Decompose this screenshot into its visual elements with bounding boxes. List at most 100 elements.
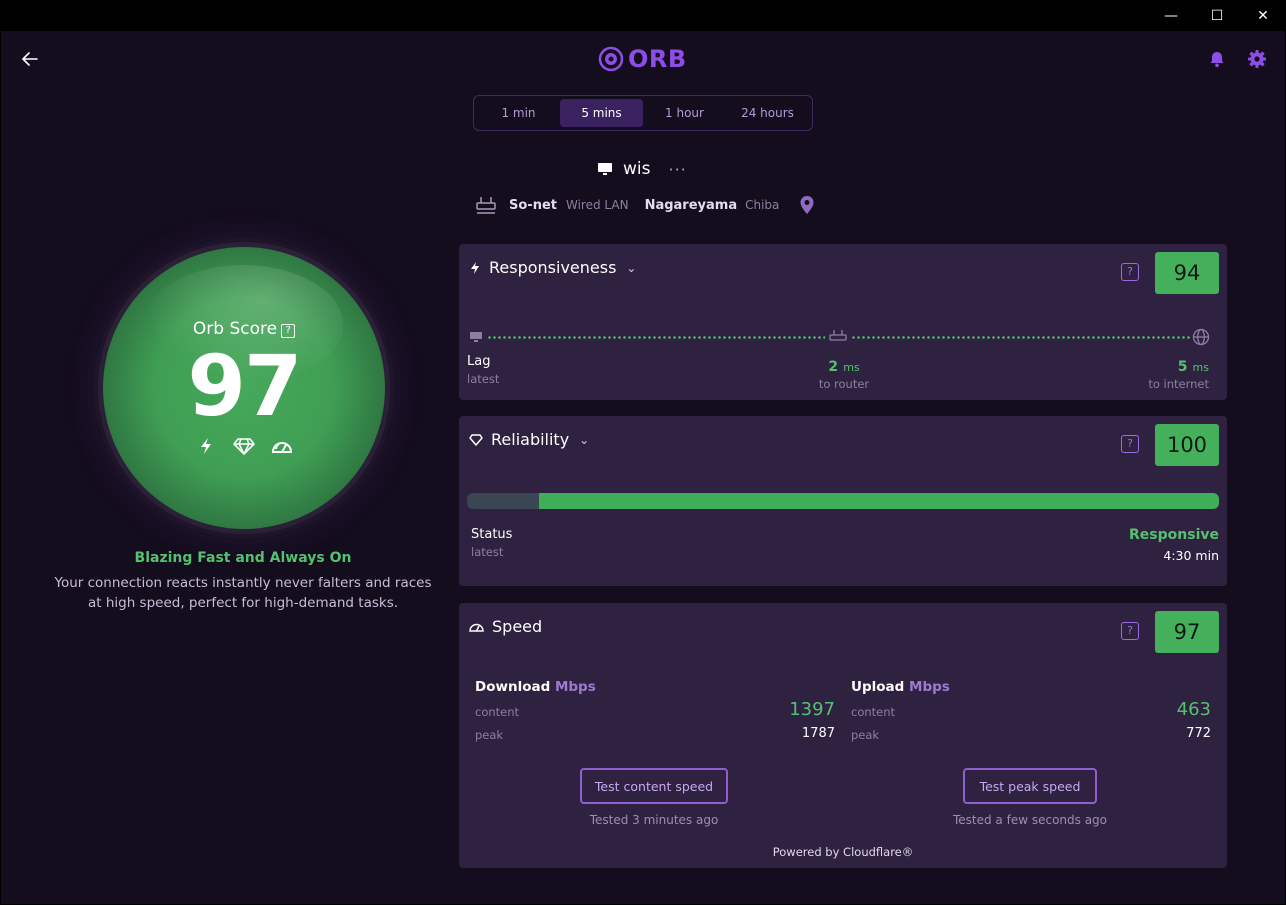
router-to-internet-line	[851, 336, 1191, 339]
responsiveness-card: Responsiveness ⌄ ? 94 Lag latest 2 ms to…	[459, 244, 1227, 400]
lag-to-router-line	[487, 336, 825, 339]
upload-peak-label: peak	[851, 728, 880, 742]
minimize-button[interactable]: —	[1148, 0, 1194, 31]
bell-icon	[1210, 52, 1224, 68]
status-time: 4:30 min	[1163, 548, 1219, 563]
reliability-score: 100	[1155, 424, 1219, 466]
tab-1-min[interactable]: 1 min	[477, 99, 560, 127]
orb-logo: ORB	[598, 44, 690, 74]
internet-latency-value: 5	[1177, 359, 1188, 375]
internet-latency: 5 ms	[1178, 356, 1209, 375]
chevron-down-icon: ⌄	[579, 432, 590, 447]
internet-latency-sub: to internet	[1148, 377, 1209, 391]
speedometer-icon	[271, 435, 293, 457]
orb-score-title: Orb Score?	[103, 319, 385, 339]
test-peak-speed-button[interactable]: Test peak speed	[963, 768, 1097, 804]
monitor-icon	[598, 163, 612, 175]
orb-logo-icon	[598, 46, 624, 72]
reliability-timeline-fill	[539, 493, 1219, 509]
responsiveness-header[interactable]: Responsiveness ⌄	[469, 258, 636, 277]
orb-metric-icons	[103, 435, 385, 457]
notifications-button[interactable]	[1206, 48, 1228, 70]
powered-by-cloudflare: Powered by Cloudflare®	[772, 845, 914, 859]
router-latency-unit: ms	[843, 361, 860, 374]
close-button[interactable]: ✕	[1240, 0, 1286, 31]
download-peak-label: peak	[475, 728, 504, 742]
arrow-left-icon	[22, 52, 38, 66]
speed-title: Speed	[492, 617, 543, 636]
responsiveness-help-icon[interactable]: ?	[1121, 263, 1139, 281]
upload-unit: Mbps	[909, 679, 950, 695]
reliability-header[interactable]: Reliability ⌄	[469, 430, 589, 449]
test-content-speed-button[interactable]: Test content speed	[580, 768, 728, 804]
lag-label: Lag	[467, 354, 491, 369]
latency-path	[469, 328, 1219, 346]
region-name: Chiba	[745, 198, 780, 212]
upload-peak-value: 772	[1186, 726, 1211, 741]
city-name: Nagareyama	[644, 197, 738, 213]
orb-score-label: Orb Score	[192, 319, 278, 339]
chevron-down-icon: ⌄	[626, 260, 637, 275]
download-content-label: content	[475, 705, 520, 719]
logo-text: ORB	[628, 45, 687, 73]
reliability-timeline	[467, 493, 1219, 509]
bolt-icon	[471, 261, 479, 274]
router-latency-sub: to router	[818, 377, 870, 391]
time-range-selector: 1 min 5 mins 1 hour 24 hours	[473, 95, 813, 131]
bolt-icon	[195, 435, 217, 457]
responsiveness-score: 94	[1155, 252, 1219, 294]
speed-score: 97	[1155, 611, 1219, 653]
download-label: Download	[475, 679, 551, 695]
tab-24-hours[interactable]: 24 hours	[726, 99, 809, 127]
download-peak-value: 1787	[801, 726, 835, 741]
status-sub: latest	[471, 545, 504, 559]
back-button[interactable]	[17, 48, 43, 70]
settings-button[interactable]	[1246, 48, 1268, 70]
responsiveness-title: Responsiveness	[489, 258, 617, 277]
speed-card: Speed ? 97 Download Mbps content 1397 pe…	[459, 603, 1227, 868]
router-latency: 2 ms	[799, 356, 889, 375]
speed-help-icon[interactable]: ?	[1121, 622, 1139, 640]
download-unit: Mbps	[554, 679, 596, 695]
tab-1-hour[interactable]: 1 hour	[643, 99, 726, 127]
router-icon	[476, 197, 496, 214]
internet-latency-unit: ms	[1192, 361, 1209, 374]
upload-title: Upload Mbps	[851, 679, 950, 695]
device-more-button[interactable]: ···	[668, 160, 686, 179]
diamond-icon	[469, 433, 483, 446]
score-description: Your connection reacts instantly never f…	[54, 575, 432, 611]
computer-icon	[470, 332, 482, 342]
tab-5-mins[interactable]: 5 mins	[560, 99, 643, 127]
speedometer-icon	[469, 623, 484, 632]
upload-label: Upload	[851, 679, 905, 695]
maximize-button[interactable]: ☐	[1194, 0, 1240, 31]
speed-header: Speed	[469, 617, 542, 636]
reliability-title: Reliability	[491, 430, 570, 449]
orb-score-help-icon[interactable]: ?	[281, 324, 296, 338]
globe-icon	[1192, 328, 1210, 346]
diamond-icon	[233, 435, 255, 457]
isp-name: So-net	[509, 197, 557, 213]
title-bar: — ☐ ✕	[0, 0, 1286, 31]
connection-type: Wired LAN	[565, 198, 629, 212]
gear-icon	[1248, 50, 1266, 68]
orb-score-display: Orb Score? 97	[103, 247, 385, 529]
tested-content-time: Tested 3 minutes ago	[589, 813, 719, 827]
tested-peak-time: Tested a few seconds ago	[952, 813, 1108, 827]
app-window: ORB 1 min 5 mins 1 hour 24 hours wis ···…	[1, 31, 1285, 904]
reliability-card: Reliability ⌄ ? 100 Status latest Respon…	[459, 416, 1227, 586]
device-name: wis	[623, 159, 651, 179]
status-value: Responsive	[1129, 527, 1219, 543]
lag-sub: latest	[467, 372, 500, 386]
device-header: wis ···	[597, 158, 687, 180]
reliability-help-icon[interactable]: ?	[1121, 435, 1139, 453]
status-label: Status	[471, 527, 513, 542]
orb-score-value: 97	[187, 337, 303, 435]
location-pin-icon	[800, 196, 814, 214]
upload-content-value: 463	[1176, 699, 1211, 720]
download-content-value: 1397	[789, 699, 835, 720]
upload-content-label: content	[851, 705, 896, 719]
network-info: So-net Wired LAN Nagareyama Chiba	[475, 193, 815, 217]
router-latency-value: 2	[828, 359, 839, 375]
score-tagline: Blazing Fast and Always On	[134, 550, 352, 566]
